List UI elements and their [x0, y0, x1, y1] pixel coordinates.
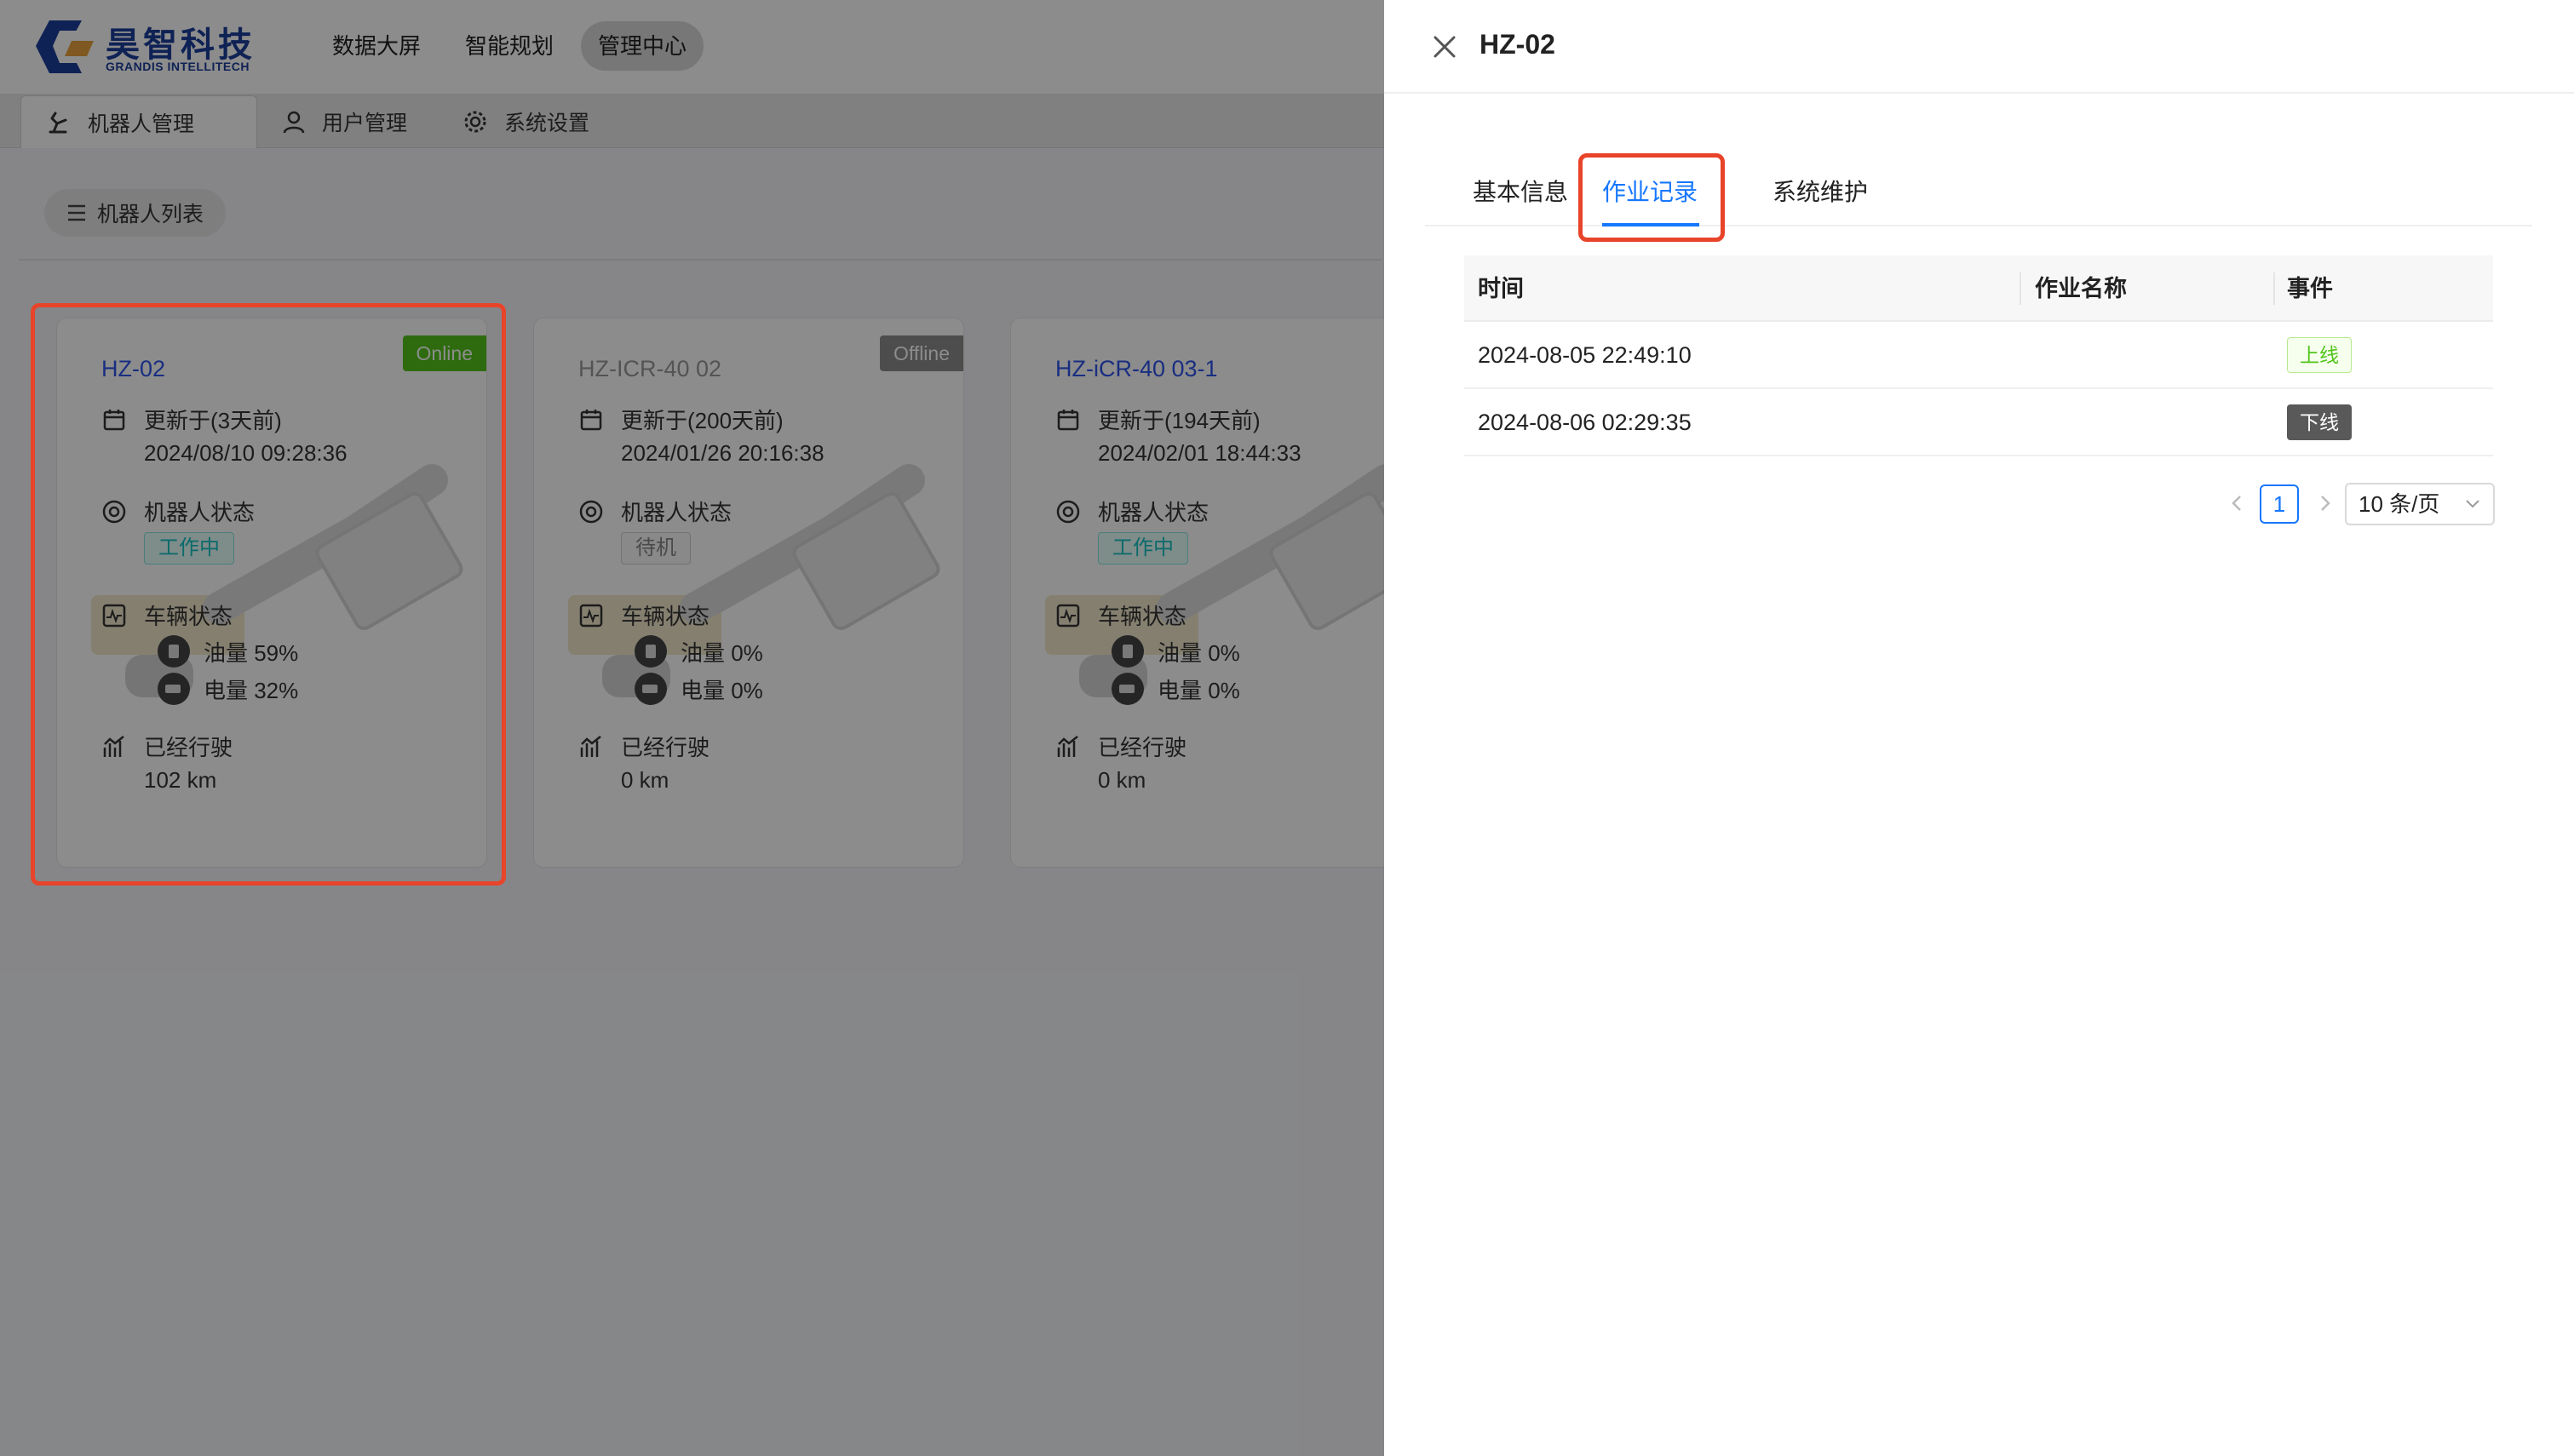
- close-icon[interactable]: [1430, 32, 1459, 61]
- job-records-table: 时间 作业名称 事件 2024-08-05 22:49:10 上线 2024-0…: [1464, 255, 2493, 456]
- event-tag-offline: 下线: [2287, 404, 2352, 440]
- robot-detail-drawer: HZ-02 基本信息 作业记录 系统维护 时间 作业名称 事件 2024-08-…: [1384, 0, 2574, 1456]
- column-event: 事件: [2287, 276, 2333, 301]
- column-separator: [2020, 272, 2021, 305]
- modal-overlay[interactable]: [0, 0, 1384, 1456]
- column-job-name: 作业名称: [2035, 276, 2127, 301]
- page-size-select[interactable]: 10 条/页: [2345, 483, 2495, 525]
- drawer-title: HZ-02: [1479, 29, 1555, 60]
- column-time: 时间: [1478, 276, 1524, 301]
- cell-time: 2024-08-06 02:29:35: [1478, 410, 1692, 435]
- active-tab-indicator: [1602, 223, 1699, 226]
- chevron-down-icon: [2466, 500, 2479, 508]
- table-row: 2024-08-06 02:29:35 下线: [1464, 389, 2493, 456]
- tab-system-maintenance[interactable]: 系统维护: [1772, 174, 1868, 208]
- pagination: 1 10 条/页: [2210, 483, 2496, 525]
- page-1-button[interactable]: 1: [2260, 484, 2299, 524]
- tab-basic-info[interactable]: 基本信息: [1473, 174, 1568, 208]
- drawer-tabs: 基本信息 作业记录 系统维护: [1425, 153, 2532, 226]
- page-size-value: 10 条/页: [2359, 491, 2440, 517]
- event-tag-online: 上线: [2287, 337, 2352, 373]
- tab-job-records[interactable]: 作业记录: [1602, 174, 1698, 208]
- drawer-header: HZ-02: [1384, 0, 2574, 94]
- table-header: 时间 作业名称 事件: [1464, 255, 2493, 322]
- column-separator: [2273, 272, 2275, 305]
- chevron-right-icon[interactable]: [2313, 491, 2336, 515]
- table-row: 2024-08-05 22:49:10 上线: [1464, 322, 2493, 389]
- chevron-left-icon[interactable]: [2226, 491, 2249, 515]
- cell-time: 2024-08-05 22:49:10: [1478, 342, 1692, 368]
